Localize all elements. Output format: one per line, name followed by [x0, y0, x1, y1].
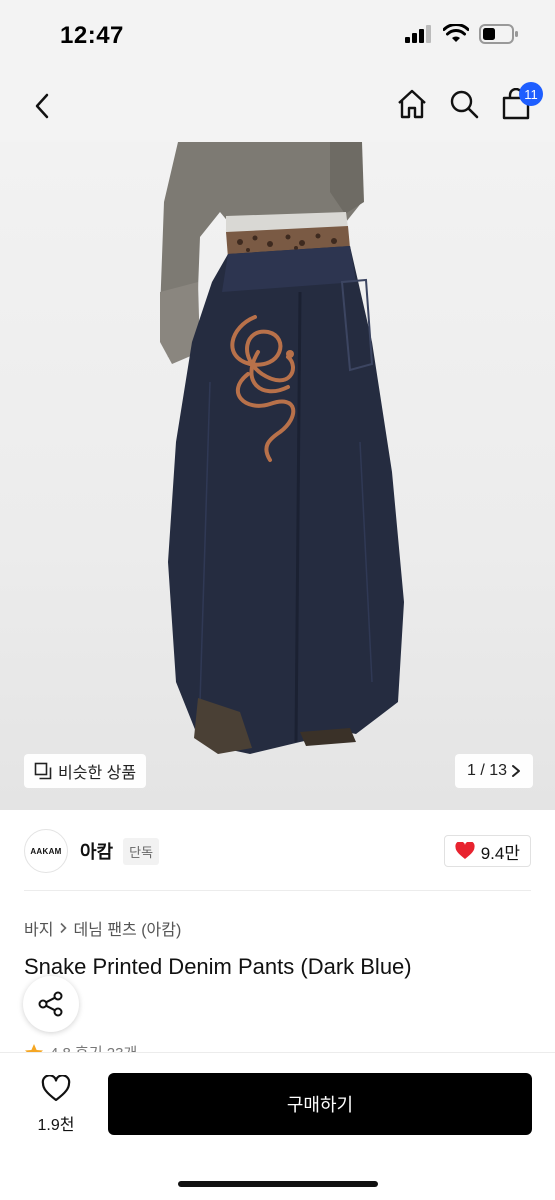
brand-row: AAKAM 아캄 단독 9.4만 [24, 824, 531, 878]
home-button[interactable] [395, 86, 429, 122]
share-icon [38, 991, 63, 1017]
cart-count-badge: 11 [519, 82, 543, 106]
product-photo [160, 142, 404, 754]
brand-name[interactable]: 아캄 [80, 838, 113, 864]
nav-actions: 11 [395, 82, 543, 122]
status-time: 12:47 [60, 22, 124, 49]
chevron-right-icon [512, 765, 520, 777]
search-button[interactable] [447, 86, 481, 122]
chevron-left-icon [35, 93, 49, 119]
brand-like-count: 9.4만 [480, 843, 520, 863]
breadcrumb: 바지 데님 팬츠 (아캄) [24, 916, 181, 940]
wishlist-count: 1.9천 [37, 1117, 75, 1134]
product-title: Snake Printed Denim Pants (Dark Blue) [24, 954, 412, 979]
home-icon [398, 89, 426, 119]
divider [24, 890, 531, 891]
page-counter-text: 1 / 13 [466, 762, 507, 779]
search-icon [450, 90, 479, 119]
signal-icon [405, 25, 431, 43]
bottom-action-bar: 1.9천 구매하기 [0, 1052, 555, 1200]
back-button[interactable] [24, 88, 60, 124]
similar-products-button[interactable]: 비슷한 상품 [24, 754, 147, 788]
brand-logo[interactable]: AAKAM [24, 829, 68, 873]
home-indicator [178, 1181, 378, 1187]
similar-products-label: 비슷한 상품 [58, 765, 137, 782]
heart-outline-icon [41, 1075, 71, 1102]
share-button[interactable] [23, 976, 79, 1032]
product-image-carousel[interactable]: 비슷한 상품 1 / 13 [0, 142, 555, 810]
status-icons [405, 24, 519, 44]
brand-like-button[interactable]: 9.4만 [443, 835, 531, 867]
status-bar: 12:47 [0, 0, 555, 72]
exclusive-badge: 단독 [123, 837, 160, 865]
wifi-icon [443, 24, 469, 42]
chevron-right-icon [60, 922, 68, 934]
image-page-counter[interactable]: 1 / 13 [454, 754, 533, 788]
heart-filled-icon [455, 842, 475, 859]
cart-button[interactable]: 11 [499, 82, 543, 122]
buy-button[interactable]: 구매하기 [108, 1073, 532, 1135]
breadcrumb-denim-pants[interactable]: 데님 팬츠 (아캄) [73, 916, 181, 940]
breadcrumb-pants[interactable]: 바지 [24, 916, 53, 940]
copy-icon [34, 762, 52, 780]
wishlist-button[interactable]: 1.9천 [26, 1075, 86, 1135]
battery-icon [479, 24, 518, 44]
nav-bar: 11 [0, 72, 555, 142]
